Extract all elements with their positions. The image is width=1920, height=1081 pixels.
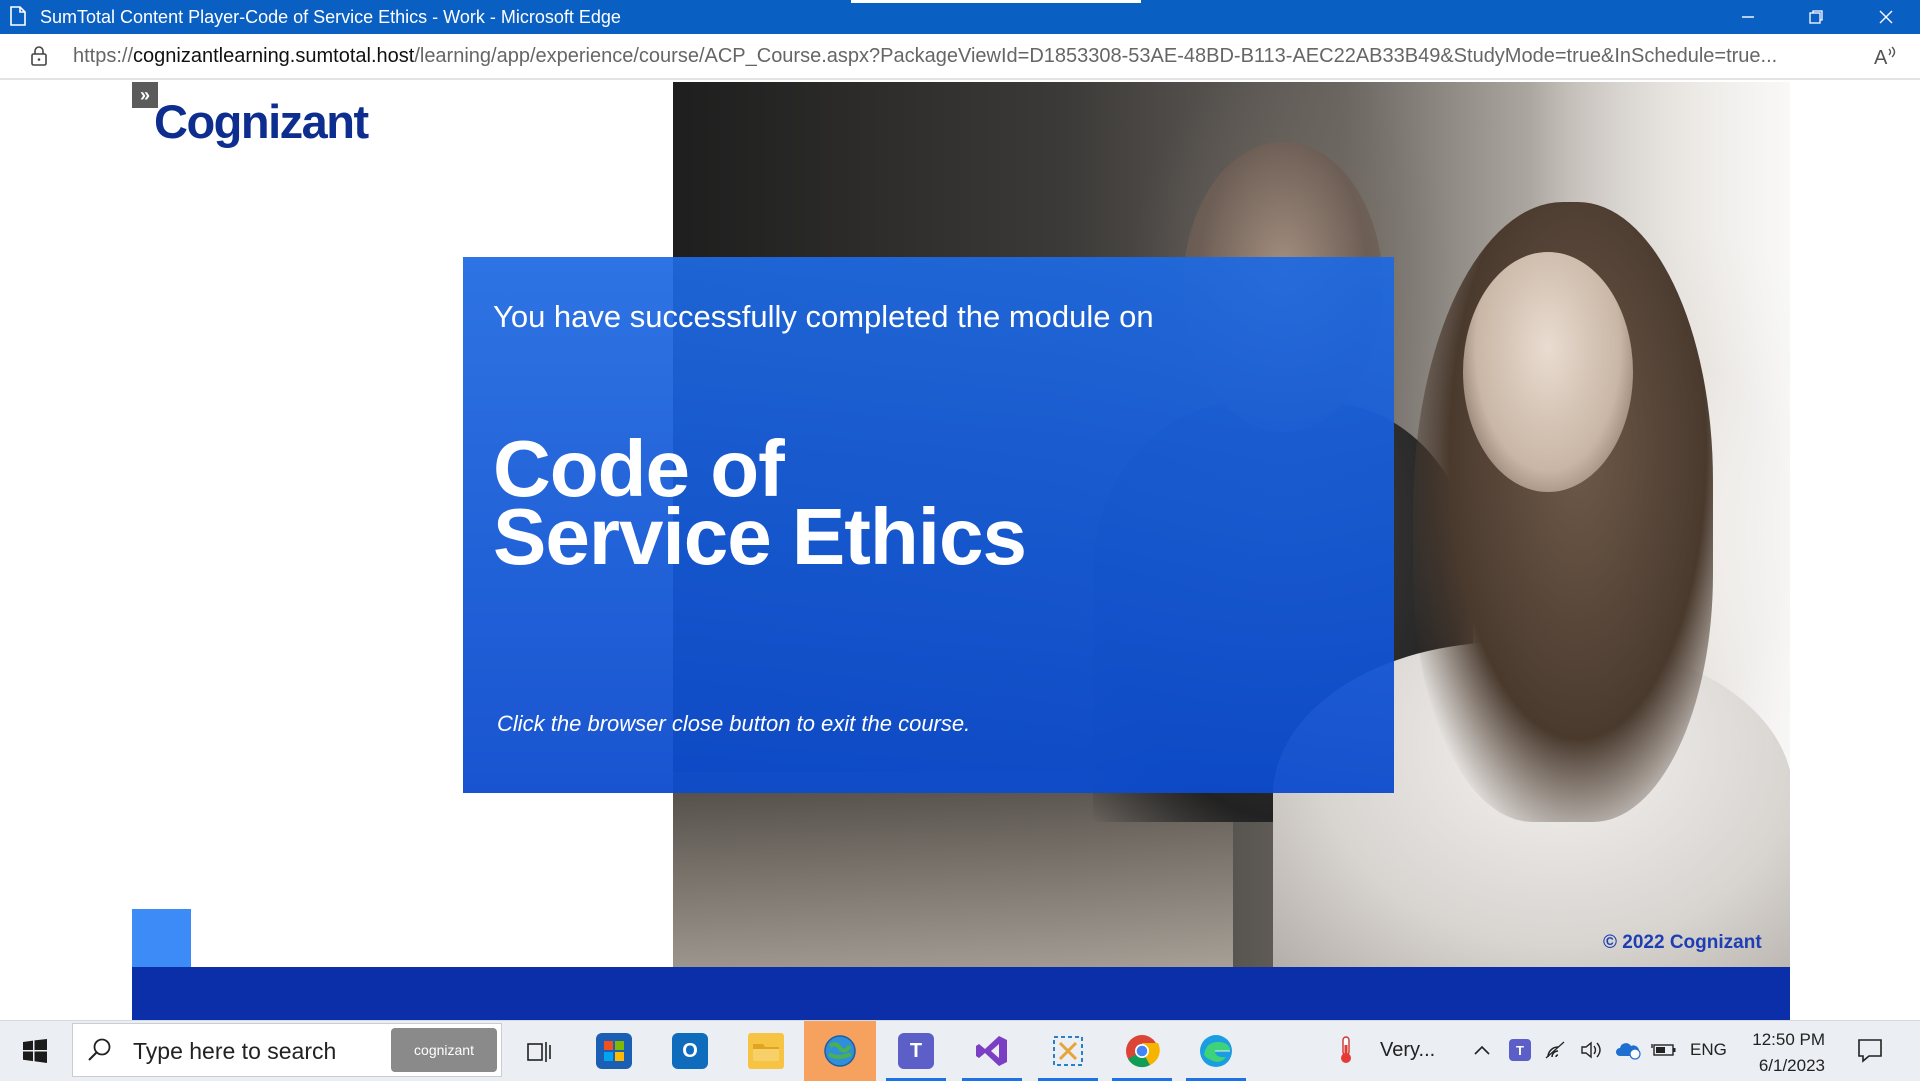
- search-icon: [88, 1038, 111, 1061]
- snipping-tool-button[interactable]: [1032, 1021, 1104, 1081]
- minimize-icon: [1742, 16, 1754, 18]
- search-highlight-label: cognizant: [414, 1042, 474, 1058]
- visual-studio-button[interactable]: [956, 1021, 1028, 1081]
- chrome-button[interactable]: [1106, 1021, 1178, 1081]
- address-bar: https://cognizantlearning.sumtotal.host/…: [0, 34, 1920, 80]
- notifications-icon[interactable]: [1855, 1035, 1885, 1065]
- course-title: Code of Service Ethics: [493, 429, 1027, 581]
- battery-icon: [1651, 1044, 1676, 1056]
- teams-icon: T: [898, 1033, 934, 1069]
- clock-date: 6/1/2023: [1758, 1056, 1825, 1075]
- search-placeholder: Type here to search: [133, 1038, 337, 1064]
- course-footer-bar: [132, 967, 1790, 1020]
- read-aloud-icon[interactable]: A: [1872, 43, 1898, 69]
- url-path: /learning/app/experience/course/ACP_Cour…: [414, 45, 1778, 67]
- weather-text[interactable]: Very...: [1380, 1039, 1435, 1062]
- close-icon: [1879, 10, 1893, 24]
- copyright-text: © 2022 Cognizant: [1603, 932, 1762, 953]
- teams-button[interactable]: T: [880, 1021, 952, 1081]
- thermometer-icon: [1341, 1036, 1351, 1063]
- exit-instruction: Click the browser close button to exit t…: [497, 711, 971, 736]
- url-scheme: https://: [73, 45, 134, 67]
- windows-logo-icon: [23, 1039, 47, 1063]
- language-indicator[interactable]: ENG: [1690, 1040, 1727, 1060]
- speaker-icon: [1581, 1041, 1601, 1059]
- chevron-up-icon: [1474, 1045, 1490, 1055]
- completion-message: You have successfully completed the modu…: [493, 299, 1154, 334]
- start-button[interactable]: [0, 1021, 70, 1081]
- teams-tray-button[interactable]: T: [1506, 1035, 1534, 1065]
- network-globe-button[interactable]: [804, 1021, 876, 1081]
- minimize-button[interactable]: [1718, 0, 1778, 34]
- cognizant-logo: Cognizant: [154, 95, 369, 148]
- window-title: SumTotal Content Player-Code of Service …: [40, 7, 621, 27]
- course-player: » Cognizant You have successfully comple…: [0, 80, 1920, 1020]
- show-hidden-icons-button[interactable]: [1468, 1035, 1496, 1065]
- wifi-button[interactable]: [1542, 1035, 1570, 1065]
- file-explorer-button[interactable]: [730, 1021, 802, 1081]
- course-title-line2: Service Ethics: [493, 492, 1027, 581]
- visual-studio-icon: [976, 1036, 1007, 1066]
- clock-time: 12:50 PM: [1752, 1030, 1825, 1049]
- file-explorer-icon: [748, 1033, 784, 1069]
- taskbar-search-box[interactable]: Type here to search cognizant: [72, 1023, 502, 1077]
- url-host: cognizantlearning.sumtotal.host: [133, 45, 415, 67]
- clock[interactable]: 12:50 PM 6/1/2023: [1750, 1027, 1825, 1079]
- accent-square: [132, 909, 191, 967]
- task-view-button[interactable]: [504, 1021, 576, 1081]
- photo-woman-face: [1463, 252, 1633, 492]
- task-view-icon: [527, 1042, 551, 1062]
- close-window-button[interactable]: [1856, 0, 1916, 34]
- search-highlight-cognizant[interactable]: cognizant: [391, 1028, 497, 1072]
- tab-indicator: [851, 0, 1141, 3]
- chrome-icon: [1126, 1035, 1160, 1068]
- battery-button[interactable]: [1650, 1035, 1678, 1065]
- url-field[interactable]: https://cognizantlearning.sumtotal.host/…: [73, 45, 1843, 68]
- microsoft-store-button[interactable]: [578, 1021, 650, 1081]
- completion-panel: You have successfully completed the modu…: [463, 257, 1394, 793]
- weather-button[interactable]: [1332, 1035, 1360, 1065]
- lock-icon[interactable]: [30, 46, 48, 66]
- outlook-button[interactable]: O: [654, 1021, 726, 1081]
- onedrive-button[interactable]: [1614, 1035, 1642, 1065]
- microsoft-store-icon: [596, 1033, 632, 1069]
- volume-button[interactable]: [1578, 1035, 1606, 1065]
- windows-taskbar: Type here to search cognizant O T Very..…: [0, 1020, 1920, 1081]
- edge-button[interactable]: [1180, 1021, 1252, 1081]
- svg-text:A: A: [1874, 47, 1888, 69]
- window-title-bar: SumTotal Content Player-Code of Service …: [0, 0, 1920, 34]
- restore-button[interactable]: [1786, 0, 1846, 34]
- restore-icon: [1809, 10, 1823, 24]
- document-icon: [10, 6, 26, 26]
- network-globe-icon: [824, 1035, 856, 1067]
- onedrive-sync-icon: [1616, 1043, 1641, 1060]
- edge-icon: [1200, 1035, 1232, 1067]
- outlook-icon: O: [672, 1033, 708, 1069]
- wifi-icon: [1545, 1041, 1565, 1059]
- teams-tray-icon: T: [1509, 1039, 1531, 1061]
- snipping-tool-icon: [1053, 1036, 1083, 1066]
